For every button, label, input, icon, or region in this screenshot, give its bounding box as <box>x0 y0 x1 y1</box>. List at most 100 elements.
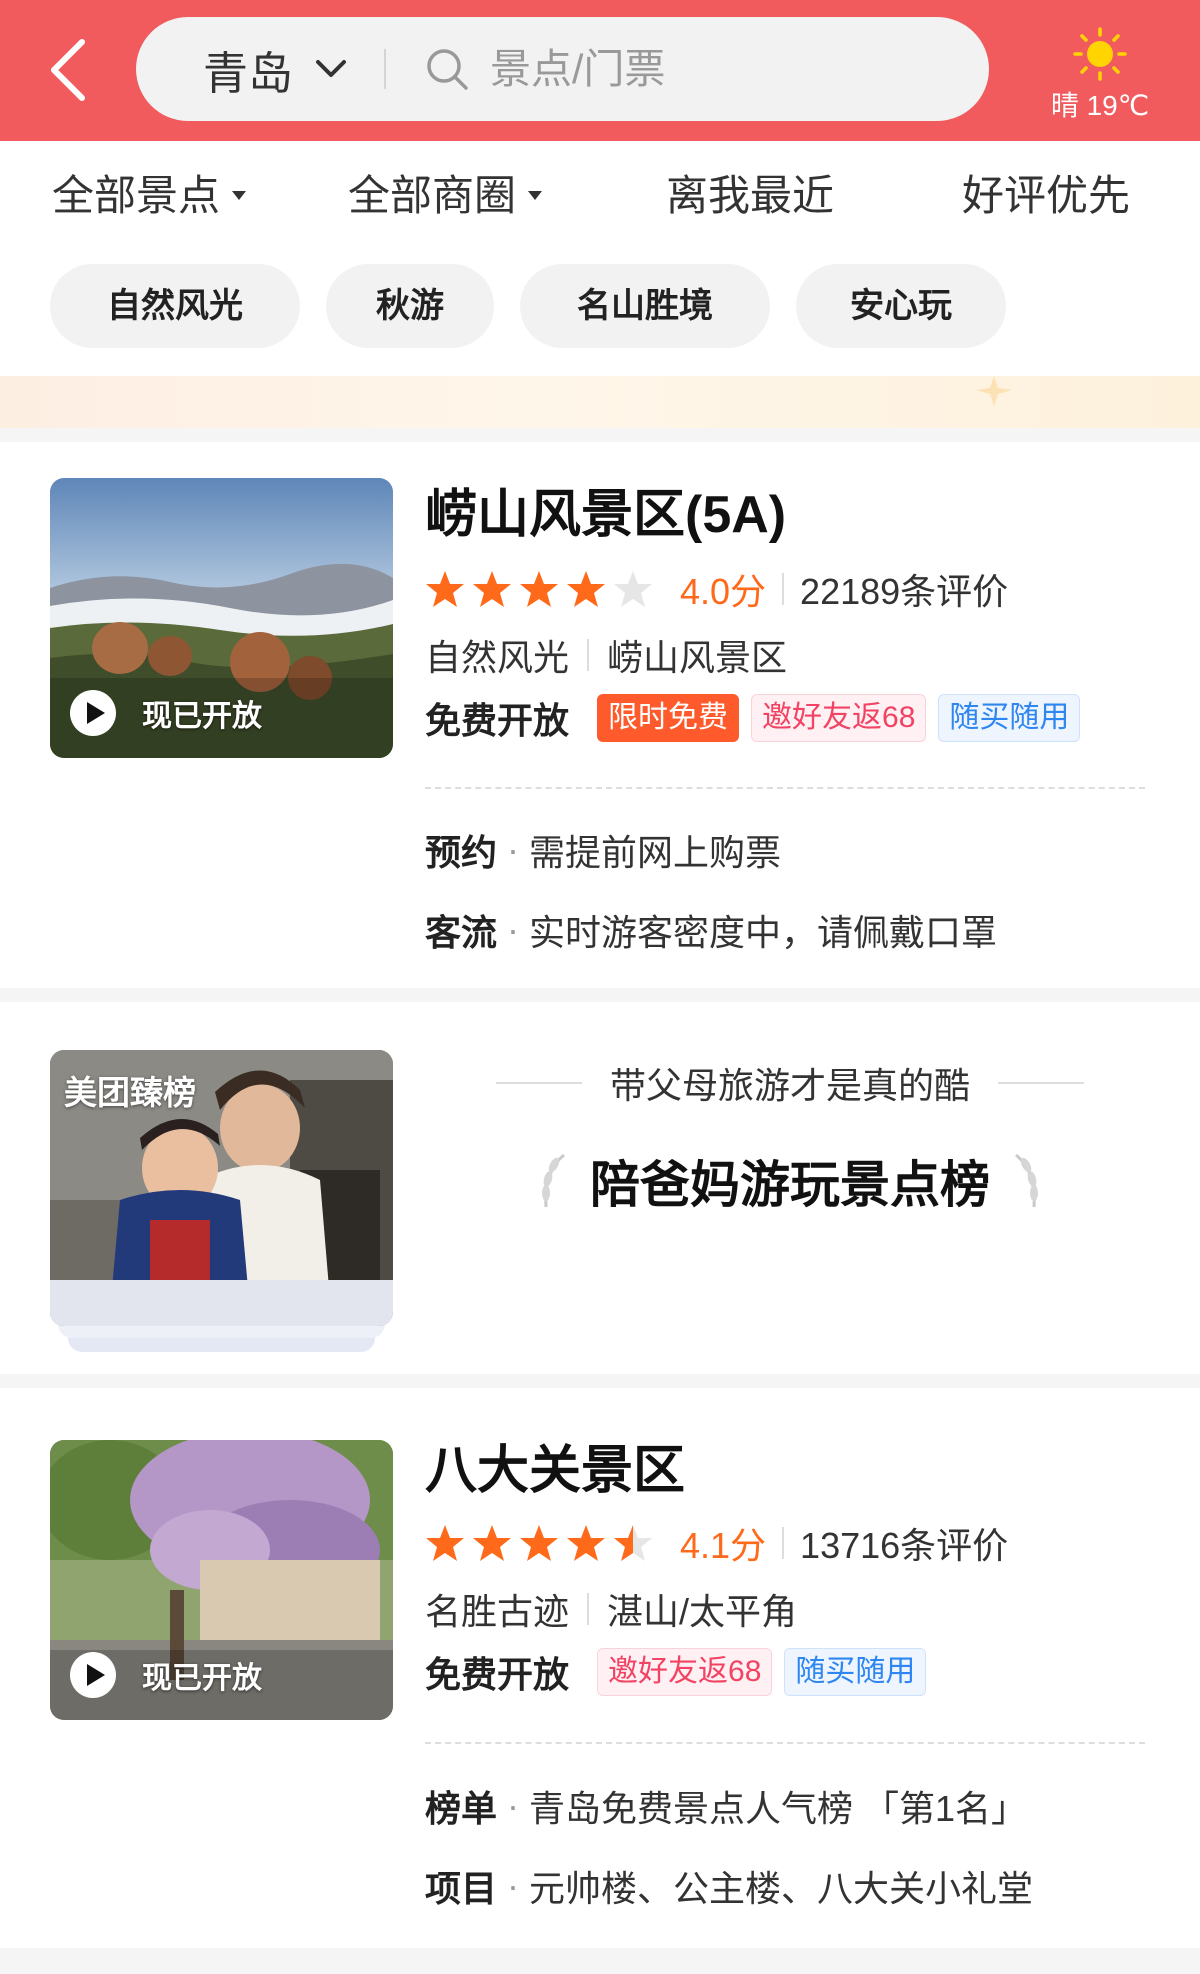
dashed-divider <box>425 1742 1145 1744</box>
filter-bar: 全部景点 全部商圈 离我最近 好评优先 <box>0 160 1200 230</box>
ranking-promo-card[interactable]: 美团臻榜 带父母旅游才是真的酷 陪爸妈游玩景点榜 <box>0 1002 1200 1374</box>
attraction-card-badaguan[interactable]: 现已开放 八大关景区 4.1分 13716条评价 名胜古迹 湛山/太平角 免费开… <box>0 1388 1200 1948</box>
chip-natural-scenery[interactable]: 自然风光 <box>50 264 300 348</box>
ranking-brand-badge: 美团臻榜 <box>64 1074 196 1111</box>
info-row-ranking: 榜单 · 青岛免费景点人气榜 「第1名」 <box>425 1782 1027 1830</box>
sparkle-icon <box>976 376 1012 406</box>
attraction-photo[interactable]: 现已开放 <box>50 1440 393 1720</box>
price-label: 免费开放 <box>425 700 570 741</box>
star-full-icon <box>567 571 605 607</box>
rating-row: 4.1分 13716条评价 <box>425 1518 1008 1568</box>
star-full-icon <box>520 571 558 607</box>
info-text: 需提前网上购票 <box>529 832 782 873</box>
search-divider <box>384 49 386 89</box>
category-label: 名胜古迹 <box>425 1591 570 1632</box>
open-status-badge: 现已开放 <box>68 1648 262 1702</box>
tag-invite-rebate: 邀好友返68 <box>597 1648 773 1696</box>
laurel-left-icon <box>542 1153 565 1208</box>
caret-down-icon <box>232 191 247 201</box>
attraction-title[interactable]: 崂山风景区(5A) <box>425 472 786 547</box>
price-row: 免费开放 限时免费 邀好友返68 随买随用 <box>425 692 1092 744</box>
info-text: 元帅楼、公主楼、八大关小礼堂 <box>529 1868 1034 1909</box>
chip-safe-play[interactable]: 安心玩 <box>796 264 1006 348</box>
star-full-icon <box>567 1525 605 1561</box>
star-rating <box>425 1523 660 1563</box>
chevron-down-icon <box>316 60 347 77</box>
chip-autumn-trip[interactable]: 秋游 <box>326 264 494 348</box>
section-gap <box>0 1374 1200 1388</box>
filter-all-attractions[interactable]: 全部景点 <box>52 170 247 222</box>
meta-row: 名胜古迹 湛山/太平角 <box>425 1586 797 1632</box>
search-bar[interactable]: 青岛 景点/门票 <box>136 17 989 121</box>
rating-score: 4.1分 <box>680 1525 767 1566</box>
review-count[interactable]: 13716条评价 <box>800 1517 1008 1569</box>
tag-limited-free: 限时免费 <box>597 694 740 742</box>
tag-buy-use-anytime: 随买随用 <box>938 694 1081 742</box>
chip-famous-mountains[interactable]: 名山胜境 <box>520 264 770 348</box>
play-icon[interactable] <box>68 1650 118 1700</box>
filter-best-rated[interactable]: 好评优先 <box>962 170 1130 222</box>
filter-all-districts[interactable]: 全部商圈 <box>348 170 543 222</box>
ranking-title[interactable]: 陪爸妈游玩景点榜 <box>590 1145 990 1217</box>
star-rating <box>425 569 660 609</box>
city-label: 青岛 <box>203 47 294 99</box>
review-count[interactable]: 22189条评价 <box>800 563 1008 615</box>
top-bar: 青岛 景点/门票 晴 19℃ <box>0 0 1200 141</box>
laurel-right-icon <box>1015 1153 1038 1208</box>
sun-icon <box>1073 27 1127 81</box>
divider <box>782 1527 785 1559</box>
open-status-label: 现已开放 <box>142 1662 262 1695</box>
open-status-badge: 现已开放 <box>68 686 262 740</box>
ranking-subtitle: 带父母旅游才是真的酷 <box>609 1065 970 1106</box>
attraction-title[interactable]: 八大关景区 <box>425 1428 685 1503</box>
star-full-icon <box>473 1525 511 1561</box>
meta-row: 自然风光 崂山风景区 <box>425 632 787 678</box>
filter-label: 全部景点 <box>52 172 221 219</box>
section-gap <box>0 1948 1200 1974</box>
play-icon[interactable] <box>68 688 118 738</box>
caret-down-icon <box>528 191 543 201</box>
ranking-subtitle-row: 带父母旅游才是真的酷 <box>470 1058 1110 1108</box>
attraction-card-laoshan[interactable]: 现已开放 崂山风景区(5A) 4.0分 22189条评价 自然风光 崂山风景区 … <box>0 442 1200 988</box>
filter-label: 全部商圈 <box>348 172 517 219</box>
decorative-line <box>998 1082 1084 1084</box>
divider <box>782 573 785 605</box>
open-status-label: 现已开放 <box>142 700 262 733</box>
star-empty-icon <box>614 571 652 607</box>
info-row-crowd: 客流 · 实时游客密度中，请佩戴口罩 <box>425 906 997 954</box>
ranking-photo[interactable]: 美团臻榜 <box>50 1050 393 1326</box>
star-full-icon <box>426 571 464 607</box>
quick-chip-row: 自然风光 秋游 名山胜境 安心玩 <box>0 264 1200 348</box>
info-dot: · <box>507 1865 520 1906</box>
info-text: 实时游客密度中，请佩戴口罩 <box>529 912 998 953</box>
attraction-photo[interactable]: 现已开放 <box>50 478 393 758</box>
tag-buy-use-anytime: 随买随用 <box>784 1648 927 1696</box>
info-dot: · <box>507 829 520 870</box>
filter-nearest[interactable]: 离我最近 <box>666 170 834 222</box>
rating-row: 4.0分 22189条评价 <box>425 564 1008 614</box>
star-full-icon <box>473 571 511 607</box>
section-gap <box>0 428 1200 442</box>
info-label: 客流 <box>425 912 498 953</box>
ranking-title-row: 陪爸妈游玩景点榜 <box>470 1146 1110 1216</box>
price-row: 免费开放 邀好友返68 随买随用 <box>425 1646 938 1698</box>
star-half-icon <box>614 1525 652 1561</box>
star-full-icon <box>426 1525 464 1561</box>
divider <box>587 639 590 671</box>
info-dot: · <box>507 909 520 950</box>
dashed-divider <box>425 787 1145 789</box>
city-selector[interactable]: 青岛 <box>203 41 347 99</box>
search-input[interactable]: 景点/门票 <box>490 41 665 97</box>
rating-score: 4.0分 <box>680 571 767 612</box>
divider <box>587 1593 590 1625</box>
info-row-reservation: 预约 · 需提前网上购票 <box>425 826 781 874</box>
info-label: 榜单 <box>425 1788 498 1829</box>
info-label: 项目 <box>425 1868 498 1909</box>
info-text: 青岛免费景点人气榜 「第1名」 <box>529 1788 1028 1829</box>
weather-widget[interactable]: 晴 19℃ <box>1040 26 1160 126</box>
promo-banner-strip[interactable] <box>0 376 1200 428</box>
back-arrow-icon[interactable] <box>44 36 92 104</box>
price-label: 免费开放 <box>425 1654 570 1695</box>
decorative-line <box>495 1082 582 1084</box>
category-label: 自然风光 <box>425 637 570 678</box>
